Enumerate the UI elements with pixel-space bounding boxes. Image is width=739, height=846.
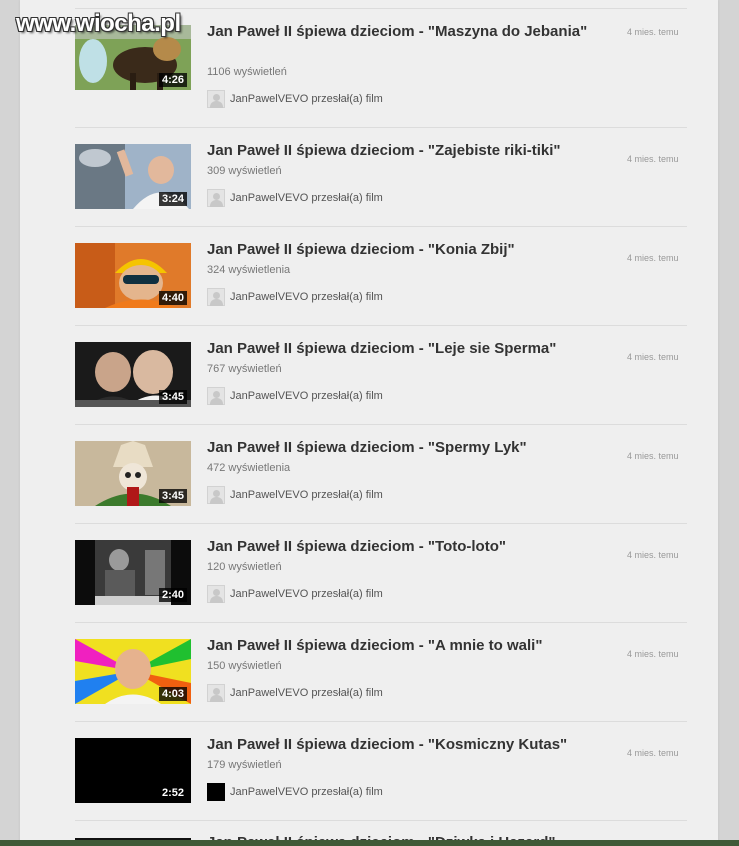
view-count: 324 wyświetlenia <box>207 264 291 276</box>
uploader-line: JanPawelVEVO przesłał(a) film <box>207 188 383 208</box>
user-avatar-icon[interactable] <box>207 288 225 306</box>
video-item[interactable]: 3:45 Jan Paweł II śpiewa dzieciom - "Spe… <box>0 424 739 523</box>
uploader-line: JanPawelVEVO przesłał(a) film <box>207 782 383 802</box>
user-avatar-icon[interactable] <box>207 684 225 702</box>
uploader-text: JanPawelVEVO przesłał(a) film <box>230 588 383 600</box>
video-thumbnail[interactable]: 4:03 <box>75 639 191 704</box>
upload-time: 4 mies. temu <box>627 154 679 164</box>
video-thumbnail[interactable]: 3:45 <box>75 342 191 407</box>
uploader-text: JanPawelVEVO przesłał(a) film <box>230 489 383 501</box>
uploader-line: JanPawelVEVO przesłał(a) film <box>207 485 383 505</box>
video-title[interactable]: Jan Paweł II śpiewa dzieciom - "Kosmiczn… <box>207 735 607 754</box>
uploader-line: JanPawelVEVO przesłał(a) film <box>207 287 383 307</box>
upload-time: 4 mies. temu <box>627 748 679 758</box>
video-thumbnail[interactable]: 2:52 <box>75 738 191 803</box>
user-avatar-icon[interactable] <box>207 387 225 405</box>
video-item[interactable]: 4:03 Jan Paweł II śpiewa dzieciom - "A m… <box>0 622 739 721</box>
upload-time: 4 mies. temu <box>627 352 679 362</box>
video-duration: 3:24 <box>158 192 187 206</box>
video-thumbnail[interactable]: 3:24 <box>75 144 191 209</box>
uploader-text: JanPawelVEVO przesłał(a) film <box>230 93 383 105</box>
user-avatar-icon[interactable] <box>207 585 225 603</box>
uploader-text: JanPawelVEVO przesłał(a) film <box>230 390 383 402</box>
video-title[interactable]: Jan Paweł II śpiewa dzieciom - "Leje sie… <box>207 339 607 358</box>
uploader-line: JanPawelVEVO przesłał(a) film <box>207 386 383 406</box>
user-avatar-icon[interactable] <box>207 90 225 108</box>
video-item[interactable]: 2:40 Jan Paweł II śpiewa dzieciom - "Tot… <box>0 523 739 622</box>
video-duration: 2:52 <box>158 786 187 800</box>
view-count: 767 wyświetleń <box>207 363 282 375</box>
video-thumbnail[interactable]: 4:40 <box>75 243 191 308</box>
user-avatar-icon[interactable] <box>207 486 225 504</box>
bottom-background-strip <box>0 840 739 846</box>
video-title[interactable]: Jan Paweł II śpiewa dzieciom - "Konia Zb… <box>207 240 607 259</box>
view-count: 472 wyświetlenia <box>207 462 291 474</box>
video-title[interactable]: Jan Paweł II śpiewa dzieciom - "Zajebist… <box>207 141 607 160</box>
separator <box>75 820 687 821</box>
upload-time: 4 mies. temu <box>627 451 679 461</box>
video-title[interactable]: Jan Paweł II śpiewa dzieciom - "Maszyna … <box>207 22 607 41</box>
video-item[interactable]: 2:52 Jan Paweł II śpiewa dzieciom - "Kos… <box>0 721 739 820</box>
view-count: 120 wyświetleń <box>207 561 282 573</box>
video-item[interactable]: 3:45 Jan Paweł II śpiewa dzieciom - "Lej… <box>0 325 739 424</box>
uploader-text: JanPawelVEVO przesłał(a) film <box>230 687 383 699</box>
uploader-line: JanPawelVEVO przesłał(a) film <box>207 89 383 109</box>
uploader-line: JanPawelVEVO przesłał(a) film <box>207 683 383 703</box>
video-duration: 4:40 <box>158 291 187 305</box>
video-duration: 3:45 <box>158 390 187 404</box>
user-avatar-icon[interactable] <box>207 783 225 801</box>
video-item[interactable]: 3:24 Jan Paweł II śpiewa dzieciom - "Zaj… <box>0 127 739 226</box>
upload-time: 4 mies. temu <box>627 649 679 659</box>
video-thumbnail[interactable]: 3:45 <box>75 441 191 506</box>
uploader-text: JanPawelVEVO przesłał(a) film <box>230 291 383 303</box>
uploader-text: JanPawelVEVO przesłał(a) film <box>230 786 383 798</box>
watermark-logo: www.wiocha.pl <box>16 10 181 37</box>
view-count: 309 wyświetleń <box>207 165 282 177</box>
video-duration: 3:45 <box>158 489 187 503</box>
user-avatar-icon[interactable] <box>207 189 225 207</box>
uploader-line: JanPawelVEVO przesłał(a) film <box>207 584 383 604</box>
video-title[interactable]: Jan Paweł II śpiewa dzieciom - "Toto-lot… <box>207 537 607 556</box>
view-count: 150 wyświetleń <box>207 660 282 672</box>
view-count: 1106 wyświetleń <box>207 66 287 78</box>
video-duration: 4:03 <box>158 687 187 701</box>
video-duration: 4:26 <box>158 73 187 87</box>
video-title[interactable]: Jan Paweł II śpiewa dzieciom - "Spermy L… <box>207 438 607 457</box>
upload-time: 4 mies. temu <box>627 253 679 263</box>
upload-time: 4 mies. temu <box>627 550 679 560</box>
view-count: 179 wyświetleń <box>207 759 282 771</box>
video-thumbnail[interactable]: 2:40 <box>75 540 191 605</box>
uploader-text: JanPawelVEVO przesłał(a) film <box>230 192 383 204</box>
video-duration: 2:40 <box>158 588 187 602</box>
upload-time: 4 mies. temu <box>627 27 679 37</box>
video-item[interactable]: 4:40 Jan Paweł II śpiewa dzieciom - "Kon… <box>0 226 739 325</box>
video-title[interactable]: Jan Paweł II śpiewa dzieciom - "A mnie t… <box>207 636 607 655</box>
